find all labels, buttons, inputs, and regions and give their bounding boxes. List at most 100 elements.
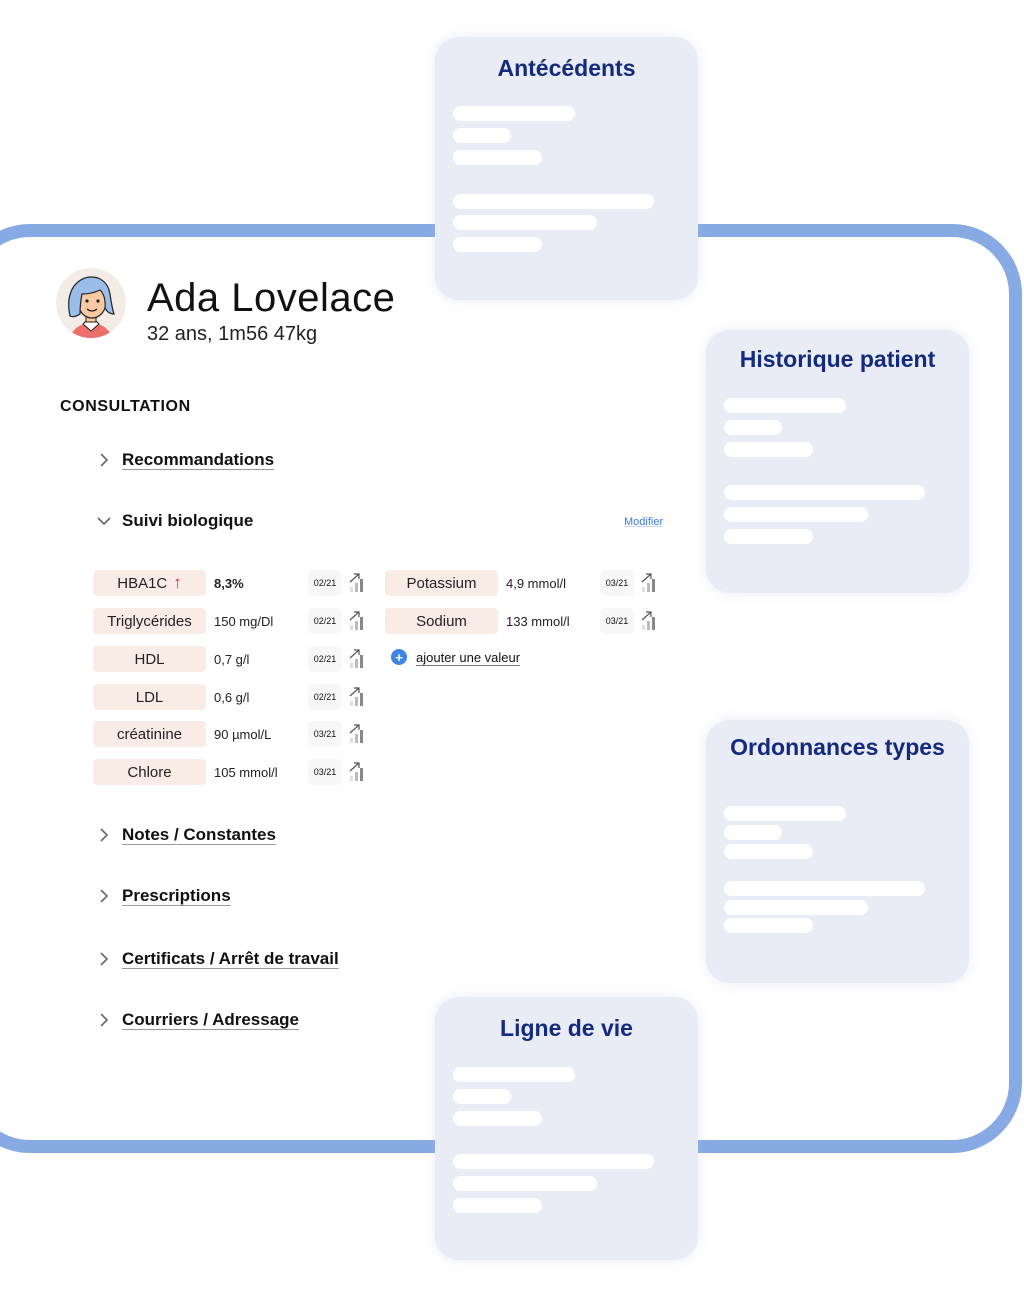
bio-label[interactable]: Sodium [385, 608, 498, 634]
bio-date: 02/21 [308, 646, 342, 672]
placeholder-line [724, 442, 813, 457]
bio-row: créatinine 90 µmol/L 03/21 [93, 721, 365, 747]
trend-chart-icon[interactable] [641, 573, 657, 593]
trend-chart-icon[interactable] [349, 762, 365, 782]
bio-value: 133 mmol/l [506, 613, 570, 629]
card-title: Antécédents [497, 55, 636, 81]
modify-link[interactable]: Modifier [624, 516, 663, 528]
bio-date: 03/21 [600, 570, 634, 596]
placeholder-line [453, 150, 542, 165]
placeholder-line [724, 529, 813, 544]
placeholder-line [724, 825, 782, 840]
trend-chart-icon[interactable] [349, 649, 365, 669]
section-label: Courriers / Adressage [122, 1010, 299, 1029]
bio-label[interactable]: créatinine [93, 721, 206, 747]
bio-date: 03/21 [600, 608, 634, 634]
patient-name: Ada Lovelace [147, 276, 396, 320]
add-value-label: ajouter une valeur [416, 649, 521, 665]
bio-value: 0,7 g/l [214, 651, 250, 667]
section-suivi-biologique[interactable]: Suivi biologique [96, 511, 253, 531]
bio-row: Chlore 105 mmol/l 03/21 [93, 759, 365, 785]
bio-row: Sodium 133 mmol/l 03/21 [385, 608, 657, 634]
bio-row: HDL 0,7 g/l 02/21 [93, 646, 365, 672]
plus-icon: + [391, 649, 407, 665]
section-label: Certificats / Arrêt de travail [122, 949, 339, 968]
section-label: Notes / Constantes [122, 825, 276, 844]
placeholder-line [724, 844, 813, 859]
placeholder-line [724, 881, 925, 896]
card-title: Ordonnances types [730, 734, 945, 760]
bio-label[interactable]: Triglycérides [93, 608, 206, 634]
chevron-right-icon [100, 453, 109, 467]
card-ligne-de-vie[interactable]: Ligne de vie [435, 997, 698, 1260]
bio-date: 02/21 [308, 684, 342, 710]
bio-label[interactable]: HBA1C ↑ [93, 570, 206, 596]
section-certificats[interactable]: Certificats / Arrêt de travail [96, 949, 339, 969]
placeholder-line [724, 918, 813, 933]
placeholder-line [724, 806, 846, 821]
section-courriers[interactable]: Courriers / Adressage [96, 1010, 299, 1030]
placeholder-line [453, 1198, 542, 1213]
section-recommandations[interactable]: Recommandations [96, 450, 274, 470]
trend-chart-icon[interactable] [641, 611, 657, 631]
placeholder-line [453, 1067, 575, 1082]
bio-row: Potassium 4,9 mmol/l 03/21 [385, 570, 657, 596]
card-title: Ligne de vie [500, 1015, 633, 1041]
up-arrow-icon: ↑ [173, 573, 182, 592]
patient-info: 32 ans, 1m56 47kg [147, 323, 318, 345]
placeholder-line [724, 420, 782, 435]
bio-row: HBA1C ↑ 8,3% 02/21 [93, 570, 365, 596]
placeholder-line [453, 1176, 597, 1191]
bio-value: 150 mg/Dl [214, 613, 274, 629]
section-notes-constantes[interactable]: Notes / Constantes [96, 825, 276, 845]
section-label: Suivi biologique [122, 511, 254, 530]
trend-chart-icon[interactable] [349, 724, 365, 744]
section-label: Recommandations [122, 450, 275, 469]
placeholder-line [453, 1111, 542, 1126]
trend-chart-icon[interactable] [349, 573, 365, 593]
add-value-button[interactable]: + ajouter une valeur [391, 649, 520, 665]
bio-value: 0,6 g/l [214, 689, 250, 705]
trend-chart-icon[interactable] [349, 687, 365, 707]
bio-label[interactable]: Potassium [385, 570, 498, 596]
placeholder-line [453, 215, 597, 230]
placeholder-line [453, 194, 654, 209]
card-antecedents[interactable]: Antécédents [435, 37, 698, 300]
card-ordonnances-types[interactable]: Ordonnances types [706, 720, 969, 983]
placeholder-line [724, 507, 868, 522]
bio-date: 02/21 [308, 570, 342, 596]
placeholder-line [724, 398, 846, 413]
placeholder-line [453, 106, 575, 121]
bio-value: 90 µmol/L [214, 726, 272, 742]
bio-label[interactable]: LDL [93, 684, 206, 710]
section-prescriptions[interactable]: Prescriptions [96, 886, 231, 906]
placeholder-line [724, 485, 925, 500]
bio-date: 03/21 [308, 759, 342, 785]
placeholder-line [453, 1089, 511, 1104]
patient-avatar [56, 268, 126, 338]
bio-label[interactable]: Chlore [93, 759, 206, 785]
placeholder-line [453, 1154, 654, 1169]
chevron-right-icon [100, 828, 109, 842]
placeholder-line [724, 900, 868, 915]
consultation-title: CONSULTATION [60, 398, 191, 415]
card-historique-patient[interactable]: Historique patient [706, 330, 969, 593]
bio-label[interactable]: HDL [93, 646, 206, 672]
chevron-down-icon [97, 517, 111, 526]
section-label: Prescriptions [122, 886, 231, 905]
woman-avatar-icon [68, 276, 115, 338]
bio-value: 8,3% [214, 575, 244, 591]
chevron-right-icon [100, 889, 109, 903]
placeholder-line [453, 128, 511, 143]
placeholder-line [453, 237, 542, 252]
bio-value: 105 mmol/l [214, 764, 278, 780]
trend-chart-icon[interactable] [349, 611, 365, 631]
chevron-right-icon [100, 1013, 109, 1027]
card-title: Historique patient [739, 346, 936, 372]
bio-value: 4,9 mmol/l [506, 575, 566, 591]
chevron-right-icon [100, 952, 109, 966]
bio-row: Triglycérides 150 mg/Dl 02/21 [93, 608, 365, 634]
bio-date: 03/21 [308, 721, 342, 747]
bio-date: 02/21 [308, 608, 342, 634]
bio-row: LDL 0,6 g/l 02/21 [93, 684, 365, 710]
